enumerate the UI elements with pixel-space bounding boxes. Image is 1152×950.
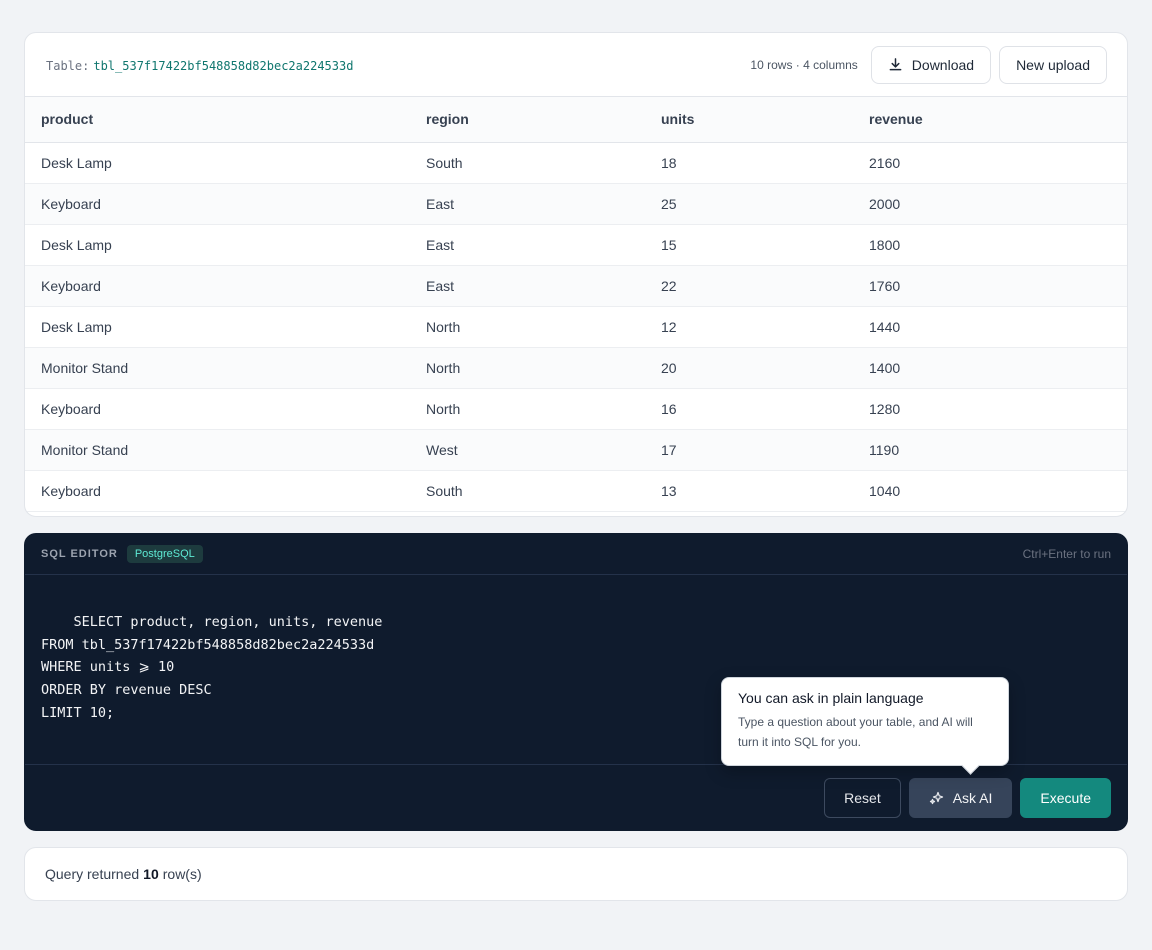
table-header-row: product region units revenue: [25, 97, 1127, 143]
table-row: Keyboard North 16 1280: [25, 388, 1127, 430]
table-cell: 1760: [853, 265, 1127, 307]
status-suffix: row(s): [162, 866, 202, 882]
download-label: Download: [911, 56, 975, 73]
table-cell: Desk Lamp: [25, 306, 410, 348]
table-cell: 1400: [853, 347, 1127, 389]
table-meta: 10 rows · 4 columns: [750, 57, 858, 72]
table-cell: 1040: [853, 470, 1127, 512]
table-cell: 20: [645, 347, 853, 389]
column-header[interactable]: product: [25, 97, 410, 143]
table-prefix: Table:: [46, 58, 90, 73]
table-cell: Keyboard: [25, 183, 410, 225]
table-cell: 1190: [853, 429, 1127, 471]
tooltip-body: Type a question about your table, and AI…: [738, 715, 973, 749]
table-cell: East: [410, 183, 645, 225]
table-cell: 13: [645, 470, 853, 512]
table-cell: 25: [645, 183, 853, 225]
table-cell: 1440: [853, 306, 1127, 348]
sparkle-icon: [929, 790, 945, 806]
download-button[interactable]: Download: [870, 45, 992, 84]
reset-button[interactable]: Reset: [824, 777, 901, 818]
table-row: Desk Lamp East 15 1800: [25, 224, 1127, 266]
table-row: Keyboard East 25 2000: [25, 183, 1127, 225]
table-cell: Monitor Stand: [25, 347, 410, 389]
new-upload-button[interactable]: New upload: [999, 45, 1107, 84]
table-cell: 17: [645, 429, 853, 471]
status-prefix: Query returned: [45, 866, 140, 882]
table-cell: North: [410, 347, 645, 389]
table-cell: 1280: [853, 388, 1127, 430]
table-row: Keyboard East 22 1760: [25, 265, 1127, 307]
ask-ai-tooltip: You can ask in plain language Type a que…: [721, 677, 1009, 766]
table-cell: 12: [645, 306, 853, 348]
resize-handle-icon[interactable]: [1115, 748, 1125, 758]
execute-button[interactable]: Execute: [1020, 777, 1111, 818]
table-cell: 15: [645, 224, 853, 266]
sql-query-text: SELECT product, region, units, revenue F…: [41, 613, 383, 721]
table-cell: Desk Lamp: [25, 142, 410, 184]
table-cell: North: [410, 388, 645, 430]
ask-ai-button[interactable]: Ask AI: [908, 777, 1013, 818]
table-cell: 16: [645, 388, 853, 430]
table-row: Keyboard South 13 1040: [25, 470, 1127, 512]
table-cell: North: [410, 306, 645, 348]
table-cell: 2160: [853, 142, 1127, 184]
table-row: Desk Lamp South 18 2160: [25, 142, 1127, 184]
table-preview-card: Table: tbl_537f17422bf548858d82bec2a22453…: [24, 32, 1128, 517]
table-cell: 22: [645, 265, 853, 307]
sql-editor-header: SQL EDITOR PostgreSQL Ctrl+Enter to run: [25, 534, 1127, 575]
table-cell: Keyboard: [25, 470, 410, 512]
data-table: product region units revenue Desk Lamp S…: [25, 97, 1127, 512]
download-icon: [888, 57, 903, 72]
table-cell: East: [410, 224, 645, 266]
table-row: Desk Lamp North 12 1440: [25, 306, 1127, 348]
sql-editor-label: SQL EDITOR: [41, 548, 118, 560]
status-row-count: 10: [143, 866, 159, 882]
shortcut-hint: Ctrl+Enter to run: [1022, 547, 1111, 561]
table-row: Monitor Stand West 17 1190: [25, 429, 1127, 471]
table-name: tbl_537f17422bf548858d82bec2a224533d: [93, 58, 354, 73]
ask-ai-label: Ask AI: [952, 789, 993, 806]
new-upload-label: New upload: [1016, 56, 1090, 73]
table-cell: 1800: [853, 224, 1127, 266]
execute-label: Execute: [1040, 789, 1091, 806]
dialect-badge: PostgreSQL: [126, 545, 203, 563]
column-header[interactable]: region: [410, 97, 645, 143]
sql-editor-actions: Reset Ask AI Execute: [25, 765, 1127, 830]
table-cell: Keyboard: [25, 388, 410, 430]
table-title: Table: tbl_537f17422bf548858d82bec2a22453…: [46, 59, 353, 73]
reset-label: Reset: [844, 789, 881, 806]
column-header[interactable]: revenue: [853, 97, 1127, 143]
table-row: Monitor Stand North 20 1400: [25, 347, 1127, 389]
query-status-bar: Query returned 10 row(s): [24, 847, 1128, 901]
table-cell: West: [410, 429, 645, 471]
table-cell: South: [410, 142, 645, 184]
table-cell: South: [410, 470, 645, 512]
table-cell: Desk Lamp: [25, 224, 410, 266]
table-cell: East: [410, 265, 645, 307]
table-card-header: Table: tbl_537f17422bf548858d82bec2a22453…: [25, 33, 1127, 97]
table-cell: 18: [645, 142, 853, 184]
table-cell: Keyboard: [25, 265, 410, 307]
table-cell: Monitor Stand: [25, 429, 410, 471]
column-header[interactable]: units: [645, 97, 853, 143]
table-cell: 2000: [853, 183, 1127, 225]
tooltip-title: You can ask in plain language: [738, 690, 924, 706]
